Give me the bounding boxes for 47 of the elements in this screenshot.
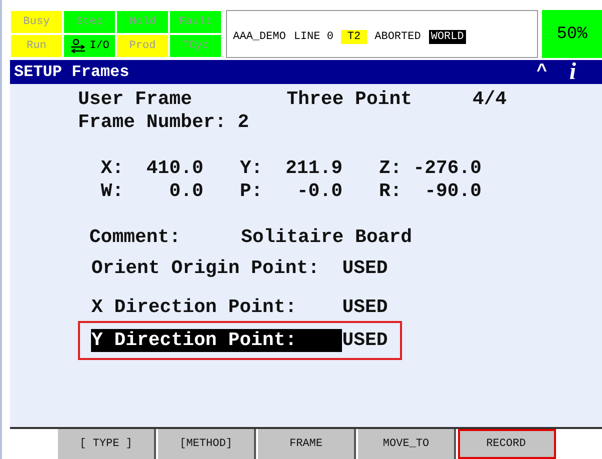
status-lamp: TCyc — [170, 35, 221, 57]
axis-label: Z: — [378, 157, 402, 180]
frame-method: Three Point — [286, 88, 414, 111]
mode-tag: T2 — [341, 30, 367, 44]
axis-value: 410.0 — [145, 157, 204, 180]
function-key[interactable]: FRAME — [258, 429, 356, 459]
axis-value: 211.9 — [284, 157, 342, 180]
point-label[interactable]: Y Direction Point: — [91, 329, 342, 352]
status-lamp: Step — [64, 11, 115, 33]
function-key[interactable]: RECORD — [458, 429, 556, 459]
point-label[interactable]: X Direction Point: — [91, 296, 342, 319]
status-lamp: Hold — [117, 11, 168, 33]
point-status: USED — [342, 296, 388, 319]
comment-label: Comment: — [89, 226, 182, 249]
axis-value: -90.0 — [424, 180, 482, 203]
axis-value: -276.0 — [412, 157, 482, 180]
axis-label: R: — [378, 180, 402, 203]
function-key[interactable]: MOVE_TO — [358, 429, 456, 459]
point-status: USED — [342, 329, 388, 352]
io-arrows-icon — [70, 39, 86, 53]
program-state: ABORTED — [374, 31, 421, 43]
coordinate-frame: WORLD — [428, 30, 466, 44]
frame-number: Frame Number: 2 — [78, 111, 250, 134]
axis-value: -0.0 — [296, 180, 342, 203]
program-name: AAA_DEMO — [233, 31, 286, 43]
point-status: USED — [342, 257, 388, 280]
page-number: 4/4 — [472, 88, 507, 111]
function-key[interactable]: [ TYPE ] — [58, 429, 156, 459]
up-key[interactable]: ^ — [536, 62, 548, 82]
info-key[interactable]: i — [569, 58, 576, 86]
function-key[interactable]: [METHOD] — [158, 429, 256, 459]
frame-type: User Frame — [78, 88, 194, 111]
axis-label: X: — [100, 157, 124, 180]
override-speed: 50% — [542, 10, 602, 58]
axis-label: W: — [100, 180, 124, 203]
axis-label: Y: — [240, 157, 263, 180]
status-lamp: Prod — [117, 35, 168, 57]
status-lamp: Run — [11, 35, 62, 57]
status-lamp: Busy — [11, 11, 62, 33]
axis-label: P: — [240, 180, 263, 203]
screen-title: SETUP Frames — [14, 63, 130, 81]
line-number: LINE 0 — [294, 31, 334, 43]
status-lamp: I/O — [64, 35, 115, 57]
comment-value: Solitaire Board — [241, 226, 412, 249]
status-lamp: Fault — [170, 11, 221, 33]
point-label[interactable]: Orient Origin Point: — [91, 257, 342, 280]
axis-value: 0.0 — [168, 180, 204, 203]
